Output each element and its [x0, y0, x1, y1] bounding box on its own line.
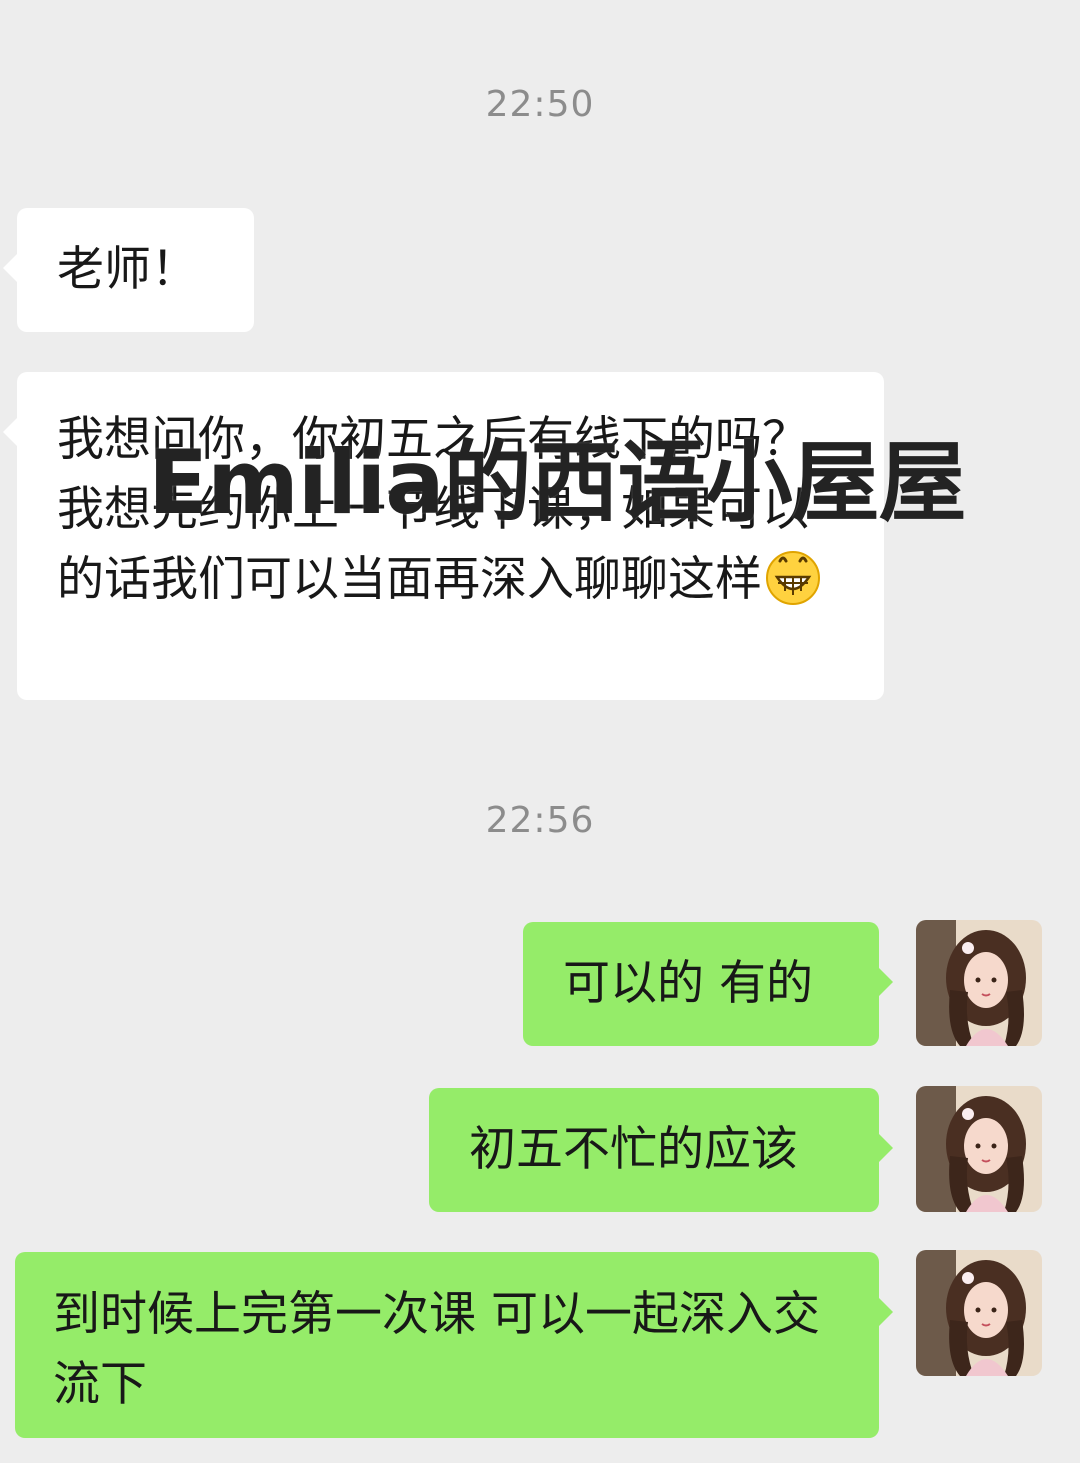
- avatar[interactable]: [916, 920, 1042, 1046]
- user-avatar-portrait-icon: [916, 1086, 1042, 1212]
- message-bubble-outgoing[interactable]: 到时候上完第一次课 可以一起深入交流下: [15, 1252, 893, 1438]
- watermark: Emilia的西语小屋屋: [148, 431, 967, 534]
- user-avatar-portrait-icon: [916, 1250, 1042, 1376]
- message-text: 可以的 有的: [563, 956, 813, 1011]
- message-bubble-outgoing[interactable]: 可以的 有的: [523, 922, 893, 1046]
- message-bubble-incoming[interactable]: 老师！: [3, 208, 254, 332]
- message-text: 初五不忙的应该: [469, 1122, 798, 1177]
- grin-emoji-icon: [764, 547, 822, 605]
- message-text: 到时候上完第一次课 可以一起深入交流下: [53, 1287, 820, 1412]
- message-bubble-outgoing[interactable]: 初五不忙的应该: [429, 1088, 893, 1212]
- avatar[interactable]: [916, 1250, 1042, 1376]
- timestamp: 22:50: [485, 84, 595, 125]
- user-avatar-portrait-icon: [916, 920, 1042, 1046]
- timestamp: 22:56: [485, 800, 595, 841]
- message-text: 老师！: [57, 242, 198, 297]
- avatar[interactable]: [916, 1086, 1042, 1212]
